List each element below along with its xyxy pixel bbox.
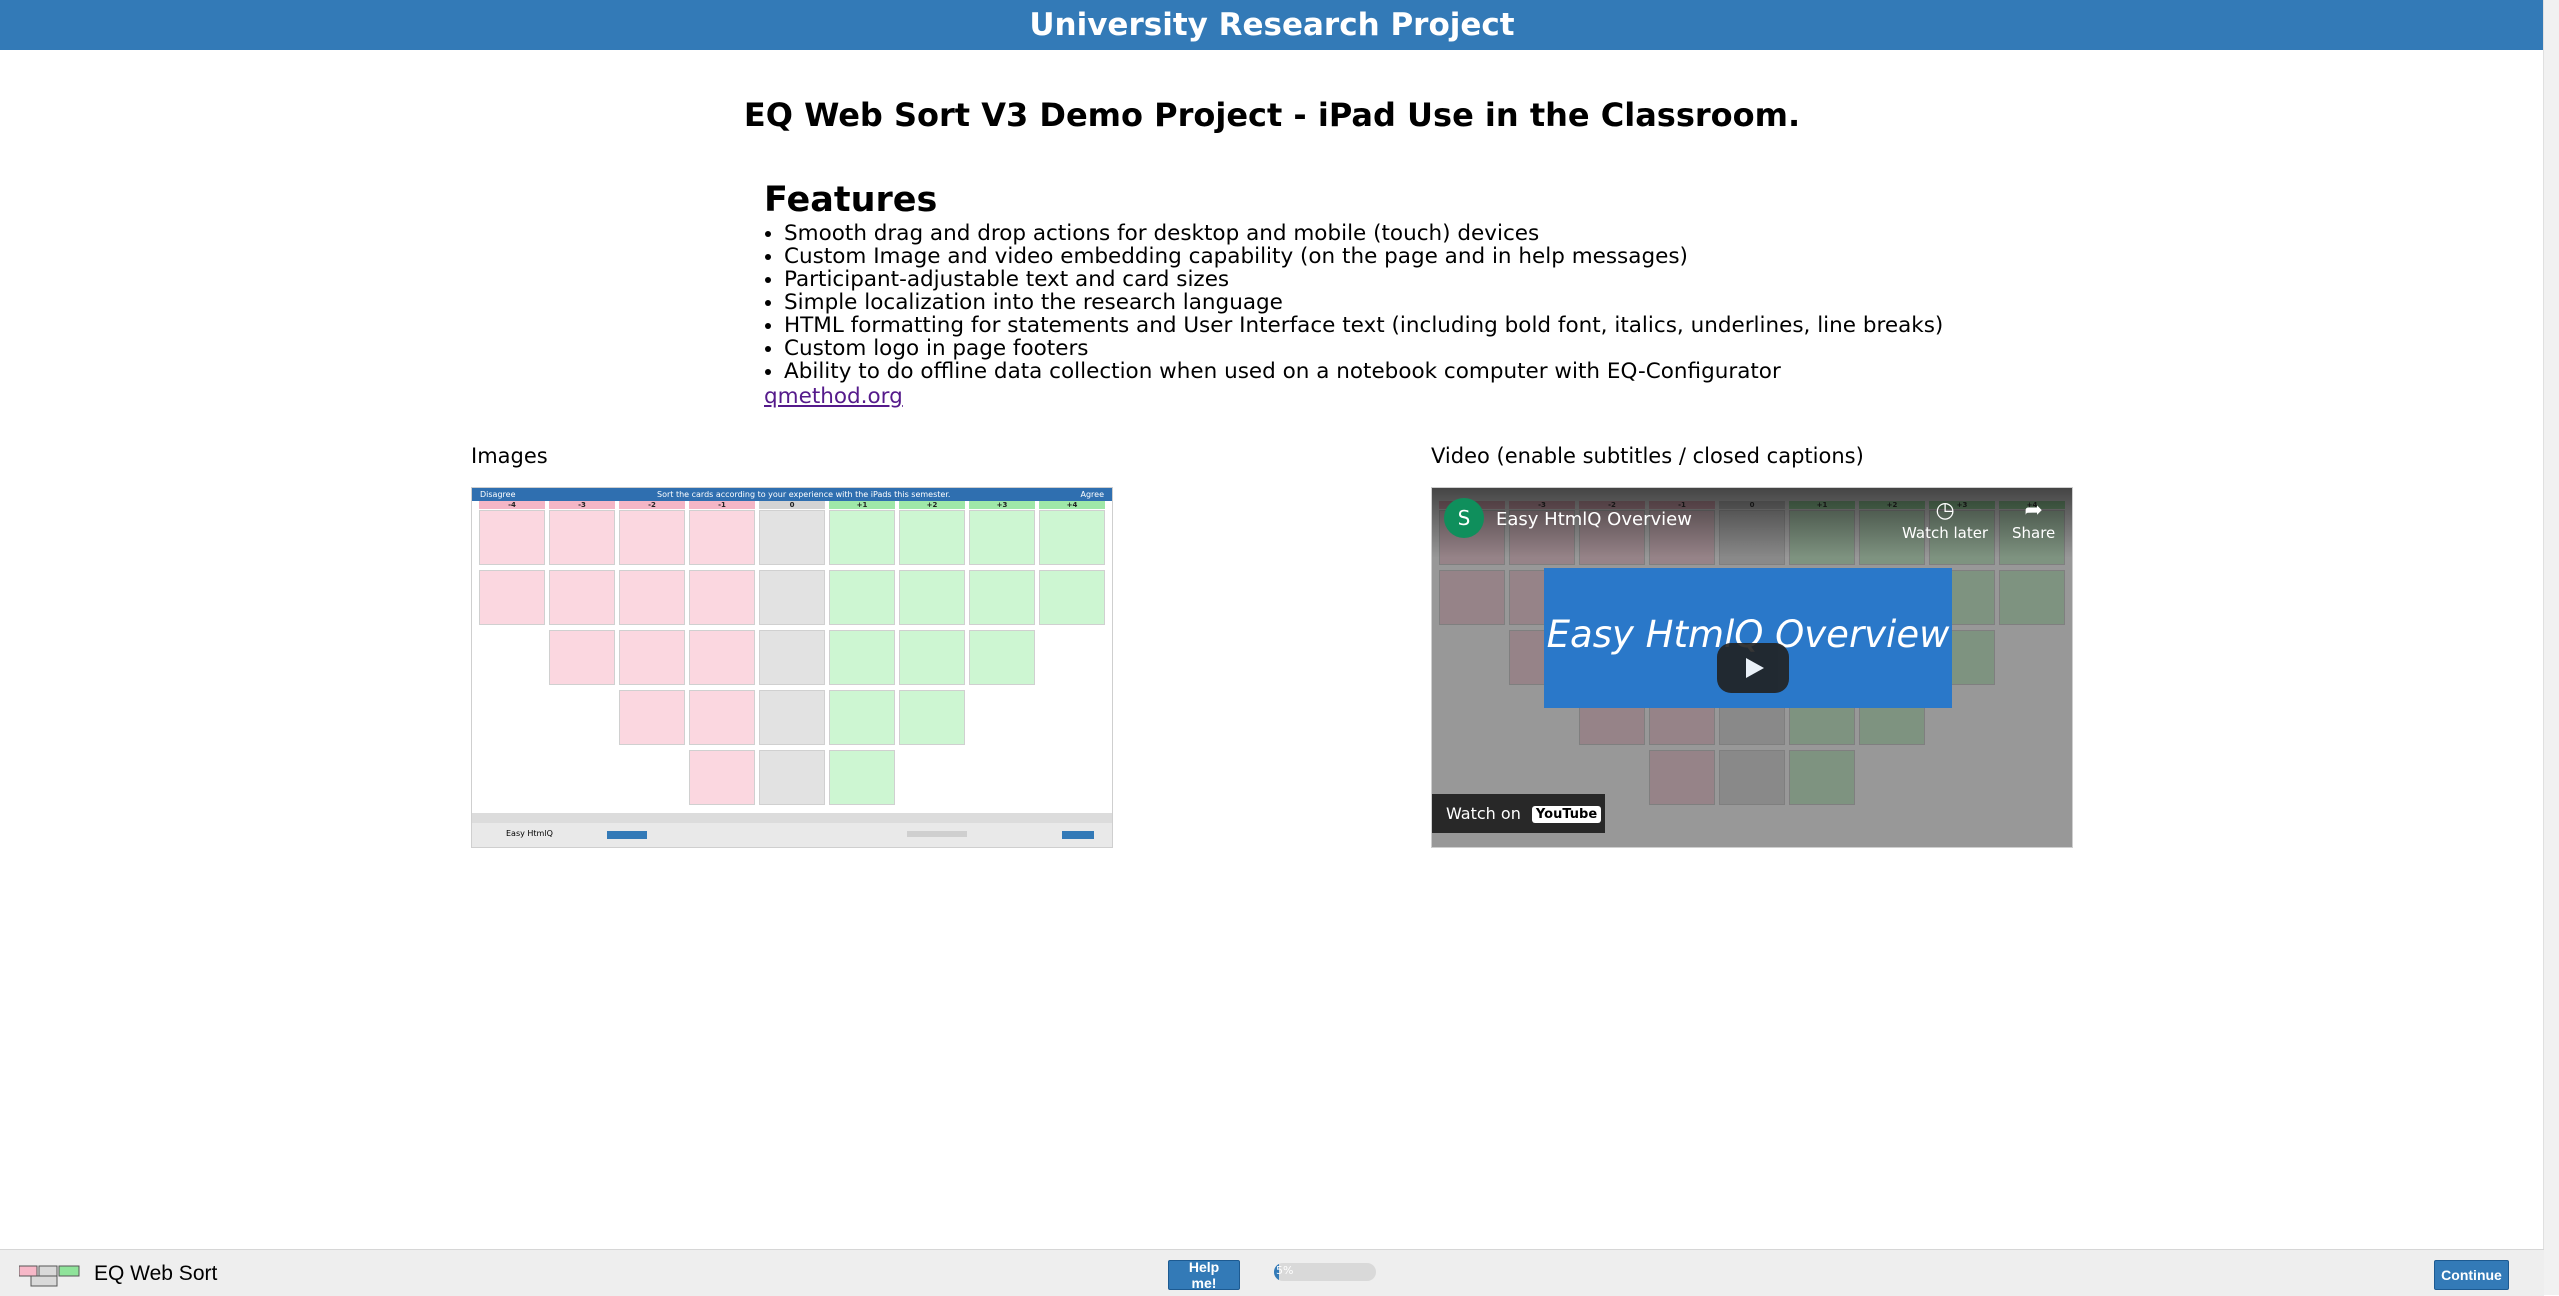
- images-label: Images: [471, 444, 548, 468]
- sort-card: [829, 630, 895, 685]
- sort-preview-header: Disagree Sort the cards according to you…: [472, 488, 1112, 501]
- feature-item: Simple localization into the research la…: [784, 291, 1964, 314]
- feature-item: Ability to do offline data collection wh…: [784, 360, 1964, 383]
- sort-card: [689, 690, 755, 745]
- eq-logo-icon: [19, 1265, 80, 1287]
- agree-label: Agree: [1080, 490, 1104, 499]
- help-button[interactable]: Help me!: [1168, 1259, 1240, 1291]
- sort-card: [619, 630, 685, 685]
- sort-card: [689, 570, 755, 625]
- clock-icon: ◷: [1935, 498, 1955, 523]
- sort-card: [899, 570, 965, 625]
- sort-card: [479, 510, 545, 565]
- watch-on-label: Watch on: [1446, 804, 1521, 823]
- sort-card: [549, 570, 615, 625]
- sort-card: [619, 510, 685, 565]
- sort-instruction: Sort the cards according to your experie…: [657, 490, 951, 499]
- sort-card: [479, 570, 545, 625]
- features-heading: Features: [764, 180, 938, 220]
- header-title: University Research Project: [1029, 7, 1515, 43]
- share-label: Share: [2012, 524, 2056, 542]
- video-label: Video (enable subtitles / closed caption…: [1431, 444, 1864, 468]
- progress-text: 5%: [1276, 1264, 1294, 1277]
- sort-card: [899, 630, 965, 685]
- sort-card: [619, 690, 685, 745]
- feature-item: HTML formatting for statements and User …: [784, 314, 1964, 337]
- sort-card: [1039, 570, 1105, 625]
- feature-item: Custom logo in page footers: [784, 337, 1964, 360]
- feature-item: Participant-adjustable text and card siz…: [784, 268, 1964, 291]
- footer-bar: EQ Web Sort Help me! 5% Continue: [0, 1249, 2544, 1296]
- youtube-logo-icon: YouTube: [1531, 806, 1602, 823]
- sort-preview-scrollbar: [472, 813, 1112, 823]
- progress-bar: 5%: [1274, 1263, 1376, 1281]
- column-header: +1: [829, 501, 895, 509]
- feature-item: Custom Image and video embedding capabil…: [784, 245, 1964, 268]
- sort-card: [899, 690, 965, 745]
- sort-card: [1039, 510, 1105, 565]
- sort-card: [759, 510, 825, 565]
- footer-brand: EQ Web Sort: [94, 1262, 218, 1285]
- share-button[interactable]: ➦ Share: [2012, 498, 2055, 542]
- video-player[interactable]: -4-3-2-10+1+2+3+4 S Easy HtmlQ Overview …: [1431, 487, 2073, 848]
- qmethod-link[interactable]: qmethod.org: [764, 384, 903, 409]
- column-header: -3: [549, 501, 615, 509]
- channel-avatar[interactable]: S: [1444, 498, 1484, 538]
- sort-card: [829, 510, 895, 565]
- sort-card: [689, 510, 755, 565]
- column-header: 0: [759, 501, 825, 509]
- disagree-label: Disagree: [480, 490, 516, 499]
- sort-card: [969, 510, 1035, 565]
- sort-card: [759, 750, 825, 805]
- sort-screenshot-image: Disagree Sort the cards according to you…: [471, 487, 1113, 848]
- sort-card: [969, 570, 1035, 625]
- column-header: +2: [899, 501, 965, 509]
- sort-card: [829, 570, 895, 625]
- column-header: -1: [689, 501, 755, 509]
- watch-later-button[interactable]: ◷ Watch later: [1902, 498, 1988, 542]
- sort-card: [899, 510, 965, 565]
- features-section: Features Smooth drag and drop actions fo…: [764, 180, 1964, 409]
- column-header: +3: [969, 501, 1035, 509]
- sort-card: [549, 510, 615, 565]
- continue-button[interactable]: Continue: [2434, 1260, 2509, 1290]
- column-header: +4: [1039, 501, 1105, 509]
- sort-card: [689, 630, 755, 685]
- page-scrollbar[interactable]: [2543, 0, 2559, 1295]
- sort-card: [759, 690, 825, 745]
- watch-on-youtube-button[interactable]: Watch on YouTube: [1432, 794, 1605, 833]
- column-header: -2: [619, 501, 685, 509]
- sort-card: [689, 750, 755, 805]
- sort-preview-continue: [1062, 831, 1094, 839]
- page-title: EQ Web Sort V3 Demo Project - iPad Use i…: [743, 96, 1801, 134]
- play-button[interactable]: [1717, 643, 1789, 693]
- sort-preview-footer: Easy HtmlQ: [472, 823, 1112, 847]
- sort-card: [549, 630, 615, 685]
- share-icon: ➦: [2024, 498, 2043, 523]
- top-header-bar: University Research Project: [0, 0, 2544, 50]
- sort-preview-help-button: [607, 831, 647, 839]
- sort-preview-brand: Easy HtmlQ: [506, 829, 553, 838]
- features-list: Smooth drag and drop actions for desktop…: [764, 222, 1964, 383]
- sort-card: [829, 750, 895, 805]
- sort-card: [619, 570, 685, 625]
- sort-preview-progress: [907, 831, 967, 837]
- watch-later-label: Watch later: [1902, 524, 1989, 542]
- video-title[interactable]: Easy HtmlQ Overview: [1496, 509, 1692, 530]
- column-header: -4: [479, 501, 545, 509]
- sort-card: [759, 630, 825, 685]
- sort-card: [759, 570, 825, 625]
- sort-card: [829, 690, 895, 745]
- sort-card: [969, 630, 1035, 685]
- feature-item: Smooth drag and drop actions for desktop…: [784, 222, 1964, 245]
